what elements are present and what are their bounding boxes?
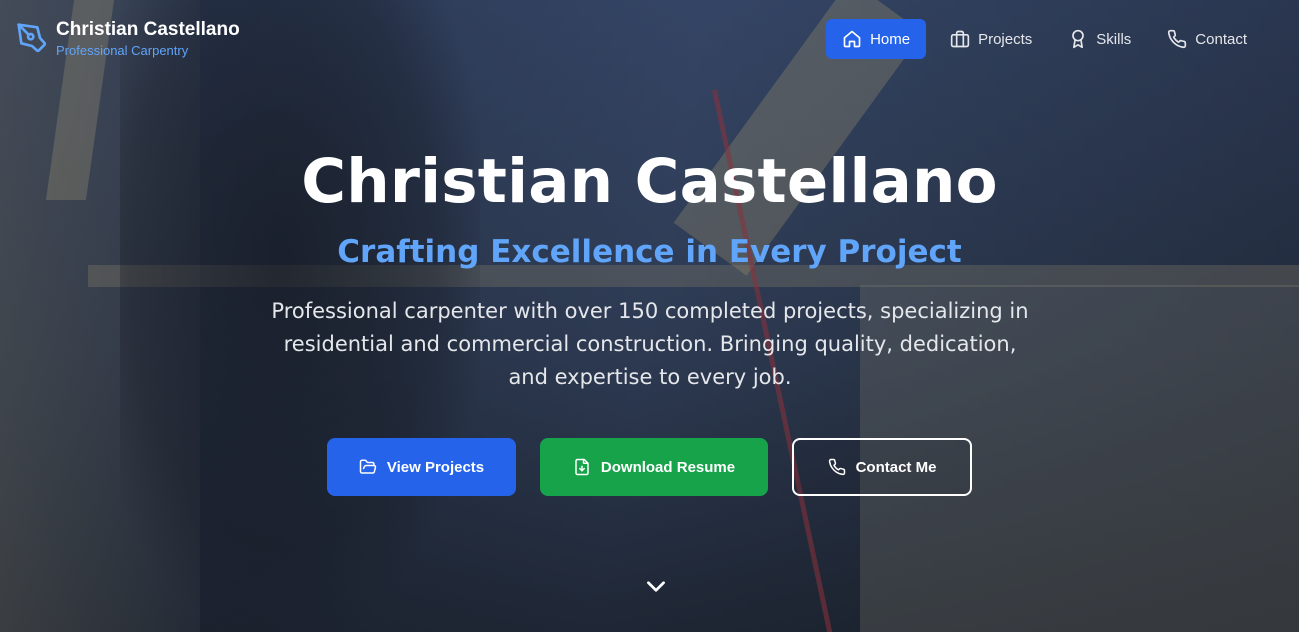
brand-logo-link[interactable]: Christian Castellano Professional Carpen…: [16, 18, 240, 60]
download-resume-button[interactable]: Download Resume: [540, 438, 768, 496]
chevron-down-icon[interactable]: [643, 573, 669, 599]
nav-item-label: Home: [870, 30, 911, 48]
file-download-icon: [575, 458, 589, 476]
nav-item-contact[interactable]: Contact: [1155, 19, 1259, 59]
pen-tool-icon: [17, 23, 47, 53]
folder-open-icon: [359, 459, 377, 474]
briefcase-icon: [950, 30, 970, 48]
hero-description: Professional carpenter with over 150 com…: [250, 295, 1050, 394]
home-icon: [843, 30, 861, 48]
brand-name: Christian Castellano: [56, 19, 240, 40]
hero-buttons: View Projects Download Resume Contact Me: [0, 438, 1299, 496]
hero-title: Christian Castellano: [301, 146, 998, 217]
brand-tagline: Professional Carpentry: [56, 43, 189, 58]
nav-item-home[interactable]: Home: [826, 19, 927, 59]
award-icon: [1072, 29, 1085, 49]
contact-me-button[interactable]: Contact Me: [792, 438, 972, 496]
phone-icon: [828, 458, 845, 476]
hero-description-line: Professional carpenter with over 150 com…: [271, 299, 1029, 323]
view-projects-label: View Projects: [386, 458, 485, 476]
nav-links: Home Projects Skills Contact: [826, 19, 1259, 59]
nav-item-label: Contact: [1195, 30, 1247, 48]
nav-item-label: Skills: [1096, 30, 1132, 48]
view-projects-button[interactable]: View Projects: [327, 438, 516, 496]
hero-section: Christian Castellano Professional Carpen…: [0, 0, 1299, 632]
nav-item-label: Projects: [978, 30, 1033, 48]
nav-item-skills[interactable]: Skills: [1056, 19, 1143, 59]
phone-icon: [1168, 29, 1187, 49]
hero-description-line: residential and commercial construction.…: [283, 332, 1017, 356]
top-navbar: Christian Castellano Professional Carpen…: [0, 0, 1299, 80]
nav-item-projects[interactable]: Projects: [938, 19, 1044, 59]
hero-subtitle: Crafting Excellence in Every Project: [337, 234, 962, 270]
contact-me-label: Contact Me: [855, 458, 937, 476]
download-resume-label: Download Resume: [600, 458, 736, 476]
hero-description-line: and expertise to every job.: [508, 365, 792, 389]
